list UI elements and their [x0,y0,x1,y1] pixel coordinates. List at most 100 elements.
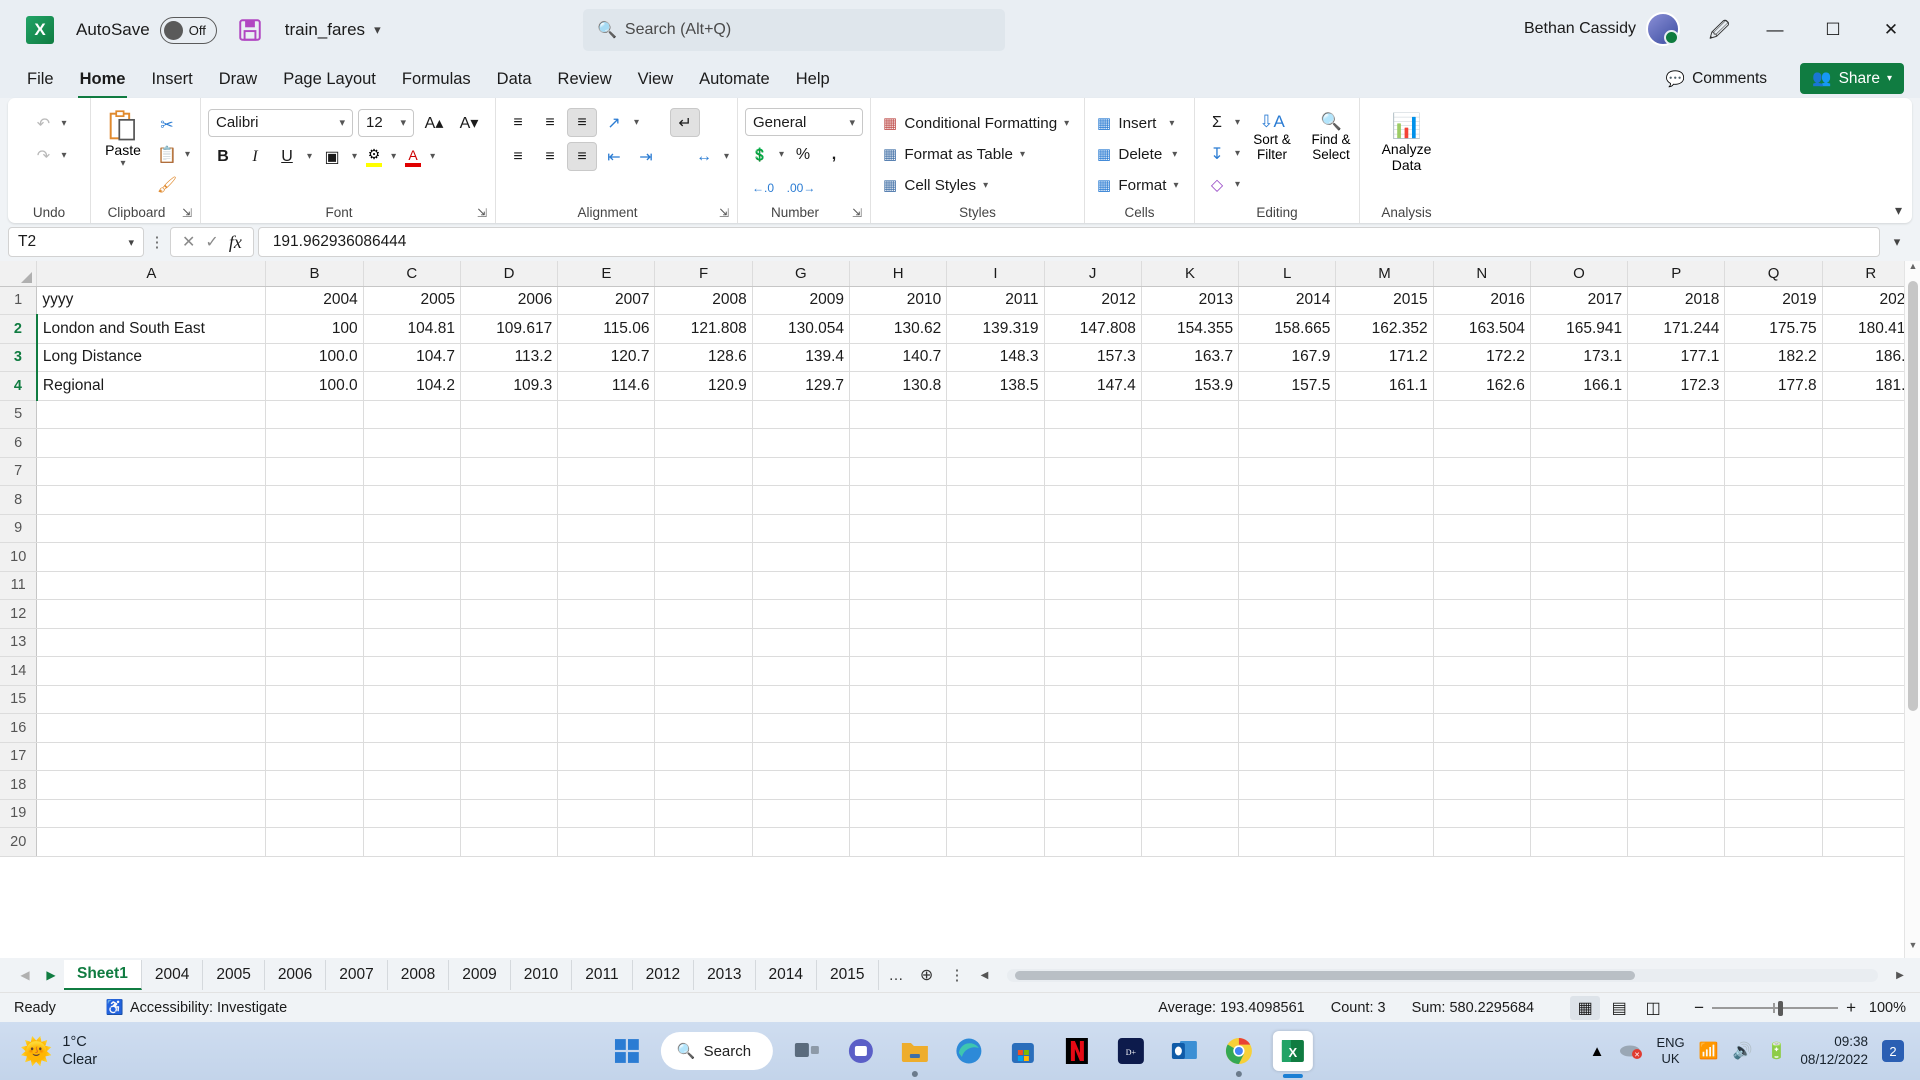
cell-J10[interactable] [1044,542,1142,572]
row-header-14[interactable]: 14 [0,656,38,686]
cell-G5[interactable] [752,400,851,429]
sheet-overflow-icon[interactable]: … [879,967,914,984]
cell-F2[interactable]: 121.808 [654,314,753,344]
cell-D1[interactable]: 2006 [460,286,559,315]
cell-Q5[interactable] [1724,400,1823,429]
cell-G8[interactable] [752,485,851,515]
cell-N7[interactable] [1433,457,1531,486]
cell-L6[interactable] [1238,428,1337,458]
cell-P4[interactable]: 172.3 [1627,371,1726,401]
cell-A4[interactable]: Regional [35,371,267,401]
autosum-button[interactable]: Σ [1202,108,1232,137]
start-button[interactable] [607,1031,647,1071]
tab-insert[interactable]: Insert [138,63,205,95]
table-row[interactable]: 14 [0,656,1920,686]
cell-I7[interactable] [946,457,1045,486]
cell-H8[interactable] [849,485,948,515]
row-header-12[interactable]: 12 [0,599,38,629]
cell-N16[interactable] [1433,713,1531,743]
redo-chevron-down-icon[interactable]: ▾ [58,150,69,161]
cell-C19[interactable] [363,799,461,828]
cell-L11[interactable] [1238,571,1337,600]
cell-J9[interactable] [1044,514,1142,543]
zoom-level-label[interactable]: 100% [1864,1000,1906,1016]
cell-G20[interactable] [752,827,851,857]
cell-C4[interactable]: 104.2 [363,371,461,401]
cell-E2[interactable]: 115.06 [557,314,656,344]
cell-B18[interactable] [265,770,364,800]
cell-I20[interactable] [946,827,1045,857]
cell-P19[interactable] [1627,799,1726,828]
cell-G19[interactable] [752,799,851,828]
cell-O12[interactable] [1530,599,1629,629]
cell-H10[interactable] [849,542,948,572]
cell-F3[interactable]: 128.6 [654,343,753,372]
row-header-4[interactable]: 4 [0,371,38,401]
accounting-format-button[interactable]: 💲 [745,140,775,169]
row-header-7[interactable]: 7 [0,457,38,486]
cell-G14[interactable] [752,656,851,686]
cell-H16[interactable] [849,713,948,743]
cell-F5[interactable] [654,400,753,429]
cell-N15[interactable] [1433,685,1531,714]
row-header-5[interactable]: 5 [0,400,38,429]
minimize-button[interactable]: — [1746,0,1804,60]
percent-style-button[interactable]: % [788,140,818,169]
name-box[interactable]: T2 ▾ [8,227,144,257]
cell-P8[interactable] [1627,485,1726,515]
cell-D10[interactable] [460,542,559,572]
table-row[interactable]: 4 Regional 100.0 104.2 109.3 114.6 120.9 129.7 1… [0,371,1920,401]
cell-D3[interactable]: 113.2 [460,343,559,372]
chrome-button[interactable] [1219,1031,1259,1077]
cell-B6[interactable] [265,428,364,458]
cell-B19[interactable] [265,799,364,828]
cell-Q16[interactable] [1724,713,1823,743]
cell-styles-button[interactable]: ▦ Cell Styles ▾ [878,170,993,200]
underline-button[interactable]: U [272,142,302,171]
cell-M1[interactable]: 2015 [1335,286,1434,315]
cell-E7[interactable] [557,457,656,486]
cell-Q6[interactable] [1724,428,1823,458]
merge-cells-chevron-down-icon[interactable]: ▾ [721,151,732,162]
cell-F9[interactable] [654,514,753,543]
cell-Q17[interactable] [1724,742,1823,771]
cell-M11[interactable] [1335,571,1434,600]
cell-O8[interactable] [1530,485,1629,515]
column-header-b[interactable]: B [265,261,364,287]
cell-H17[interactable] [849,742,948,771]
netflix-button[interactable] [1057,1031,1097,1071]
cell-J3[interactable]: 157.3 [1044,343,1142,372]
font-color-button[interactable]: A [401,145,425,169]
cell-M12[interactable] [1335,599,1434,629]
cell-Q19[interactable] [1724,799,1823,828]
cell-J19[interactable] [1044,799,1142,828]
confirm-entry-icon[interactable]: ✓ [205,232,218,252]
cell-J20[interactable] [1044,827,1142,857]
table-row[interactable]: 10 [0,542,1920,572]
hscroll-left-arrow-icon[interactable]: ◀ [975,970,995,981]
wifi-icon[interactable]: 📶 [1699,1041,1719,1061]
cell-Q1[interactable]: 2019 [1724,286,1823,315]
microsoft-store-button[interactable] [1003,1031,1043,1071]
cell-M20[interactable] [1335,827,1434,857]
table-row[interactable]: 11 [0,571,1920,600]
copy-chevron-down-icon[interactable]: ▾ [182,149,193,160]
task-view-button[interactable] [787,1031,827,1071]
cell-N11[interactable] [1433,571,1531,600]
cell-O5[interactable] [1530,400,1629,429]
insert-function-icon[interactable]: fx [229,232,242,253]
cell-M9[interactable] [1335,514,1434,543]
cell-O1[interactable]: 2017 [1530,286,1629,315]
cell-B2[interactable]: 100 [265,314,364,344]
pen-icon[interactable]: 🖉 [1709,16,1730,50]
sheet-tab-2004[interactable]: 2004 [142,960,204,990]
sheet-tab-2014[interactable]: 2014 [756,960,818,990]
decrease-font-size-button[interactable]: A▾ [454,108,484,137]
sheet-tab-sheet1[interactable]: Sheet1 [64,960,142,990]
cell-D7[interactable] [460,457,559,486]
cell-A7[interactable] [36,457,267,486]
row-header-6[interactable]: 6 [0,428,38,458]
cell-Q4[interactable]: 177.8 [1724,371,1823,401]
cell-H15[interactable] [849,685,948,714]
vertical-scrollbar[interactable]: ▲ ▼ [1904,261,1920,958]
